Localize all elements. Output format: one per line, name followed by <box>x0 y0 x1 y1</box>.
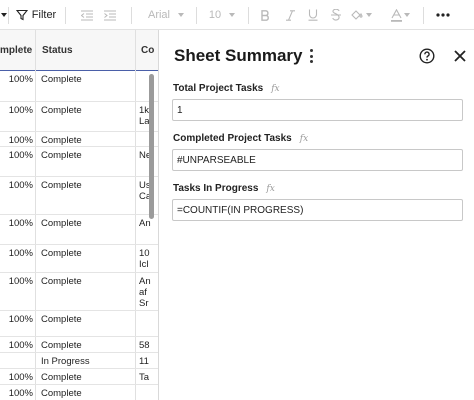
comment-cell[interactable]: 10 Icl <box>139 248 151 270</box>
tasks-in-progress-field[interactable]: =COUNTIF(IN PROGRESS) <box>172 199 463 221</box>
completed-project-tasks-field[interactable]: #UNPARSEABLE <box>172 149 463 171</box>
filter-icon <box>15 9 28 21</box>
table-row[interactable]: 100% Complete <box>0 71 158 102</box>
comment-cell[interactable]: 58 <box>139 340 151 351</box>
field-label-tasks-in-progress: Tasks In Progress fx <box>173 183 275 194</box>
more-options-icon[interactable] <box>434 0 452 30</box>
column-header-status[interactable]: Status <box>38 30 134 71</box>
status-cell[interactable]: Complete <box>41 105 133 116</box>
comment-cell[interactable]: An af Sr <box>139 276 151 309</box>
toolbar-divider <box>8 7 9 24</box>
status-cell[interactable]: Complete <box>41 74 133 85</box>
vertical-scrollbar[interactable] <box>149 74 154 219</box>
table-row[interactable]: 100% Complete <box>0 385 158 400</box>
status-cell[interactable]: Complete <box>41 388 133 399</box>
comment-cell[interactable]: An <box>139 218 151 229</box>
filter-label: Filter <box>31 9 57 21</box>
field-label-text: Tasks In Progress <box>173 183 259 194</box>
text-color-icon[interactable] <box>389 0 411 30</box>
table-row[interactable]: 100% Complete 58 <box>0 337 158 353</box>
field-label-completed-project-tasks: Completed Project Tasks fx <box>173 133 308 144</box>
percent-complete-cell[interactable]: 100% <box>0 340 33 351</box>
sheet-grid: mplete Status Co 100% Complete 100% Comp… <box>0 30 158 400</box>
help-icon[interactable] <box>419 48 435 64</box>
underline-icon[interactable] <box>306 0 320 30</box>
italic-icon[interactable] <box>283 0 297 30</box>
comment-cell[interactable]: Ta <box>139 372 151 383</box>
toolbar-divider <box>131 7 132 24</box>
status-cell[interactable]: Complete <box>41 340 133 351</box>
percent-complete-cell[interactable]: 100% <box>0 74 33 85</box>
chevron-down-icon <box>178 13 184 17</box>
field-label-text: Total Project Tasks <box>173 83 264 94</box>
status-cell[interactable]: Complete <box>41 135 133 146</box>
table-row[interactable]: In Progress 11 <box>0 353 158 369</box>
table-row[interactable]: 100% Complete <box>0 132 158 147</box>
status-cell[interactable]: Complete <box>41 248 133 259</box>
total-project-tasks-field[interactable]: 1 <box>172 99 463 121</box>
field-label-text: Completed Project Tasks <box>173 133 292 144</box>
toolbar-divider <box>423 7 424 24</box>
filter-button[interactable]: Filter <box>15 0 57 30</box>
percent-complete-cell[interactable]: 100% <box>0 135 33 146</box>
panel-title: Sheet Summary <box>174 46 303 65</box>
table-row[interactable]: 100% Complete <box>0 311 158 337</box>
column-header-complete[interactable]: mplete <box>0 30 33 71</box>
table-row[interactable]: 100% Complete 10 Icl <box>0 245 158 273</box>
table-row[interactable]: 100% Complete An af Sr <box>0 273 158 311</box>
percent-complete-cell[interactable]: 100% <box>0 314 33 325</box>
field-label-total-project-tasks: Total Project Tasks fx <box>173 83 280 94</box>
sheet-summary-panel: Sheet Summary Total Project Tasks fx 1 C… <box>158 30 474 400</box>
table-row[interactable]: 100% Complete Us Ca <box>0 177 158 215</box>
chevron-down-icon[interactable] <box>0 0 8 30</box>
formula-icon[interactable]: fx <box>300 134 308 144</box>
kebab-menu-icon[interactable] <box>305 49 317 63</box>
status-cell[interactable]: Complete <box>41 372 133 383</box>
status-cell[interactable]: Complete <box>41 180 133 191</box>
strikethrough-icon[interactable] <box>329 0 343 30</box>
formula-icon[interactable]: fx <box>266 184 274 194</box>
toolbar-divider <box>65 7 66 24</box>
font-family-value: Arial <box>147 9 170 21</box>
bold-icon[interactable] <box>258 0 272 30</box>
chevron-down-icon <box>229 13 236 17</box>
indent-icon[interactable] <box>102 0 118 30</box>
table-row[interactable]: 100% Complete Ne <box>0 147 158 177</box>
status-cell[interactable]: In Progress <box>41 356 133 367</box>
column-header-comments[interactable]: Co <box>137 30 157 71</box>
status-cell[interactable]: Complete <box>41 218 133 229</box>
font-size-value: 10 <box>208 9 222 21</box>
percent-complete-cell[interactable]: 100% <box>0 218 33 229</box>
fill-color-icon[interactable] <box>350 0 372 30</box>
formula-icon[interactable]: fx <box>271 84 279 94</box>
close-icon[interactable] <box>453 49 467 63</box>
table-row[interactable]: 100% Complete Ta <box>0 369 158 385</box>
status-cell[interactable]: Complete <box>41 150 133 161</box>
toolbar-divider <box>248 7 249 24</box>
comment-cell[interactable]: 11 <box>139 356 151 367</box>
status-cell[interactable]: Complete <box>41 314 133 325</box>
font-size-select[interactable]: 10 <box>206 0 238 30</box>
toolbar-divider <box>196 7 197 24</box>
table-row[interactable]: 100% Complete An <box>0 215 158 245</box>
percent-complete-cell[interactable]: 100% <box>0 372 33 383</box>
percent-complete-cell[interactable]: 100% <box>0 150 33 161</box>
percent-complete-cell[interactable]: 100% <box>0 105 33 116</box>
font-family-select[interactable]: Arial <box>144 0 188 30</box>
table-row[interactable]: 100% Complete 1k La <box>0 102 158 132</box>
percent-complete-cell[interactable]: 100% <box>0 180 33 191</box>
percent-complete-cell[interactable]: 100% <box>0 276 33 287</box>
outdent-icon[interactable] <box>79 0 95 30</box>
percent-complete-cell[interactable]: 100% <box>0 388 33 399</box>
percent-complete-cell[interactable]: 100% <box>0 248 33 259</box>
status-cell[interactable]: Complete <box>41 276 133 287</box>
toolbar: Filter Arial 10 <box>0 0 474 30</box>
